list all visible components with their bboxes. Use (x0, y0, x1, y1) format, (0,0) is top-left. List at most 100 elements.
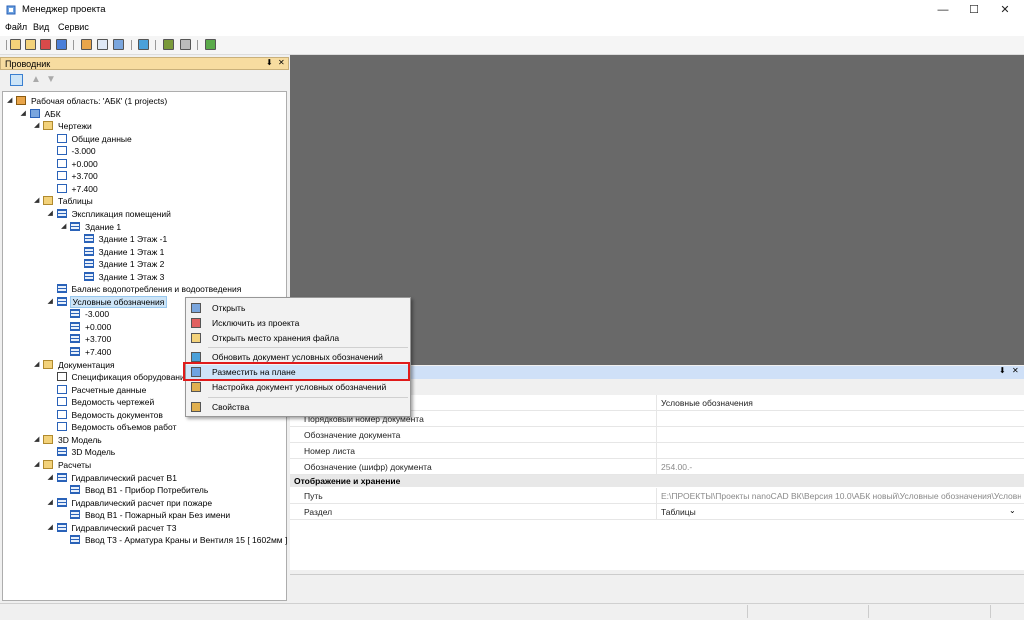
app-icon (6, 5, 16, 15)
chevron-down-icon[interactable]: ⌄ (1009, 506, 1016, 515)
context-menu-label: Обновить документ условных обозначений (212, 352, 383, 362)
pin-icon[interactable]: ⬇ (999, 366, 1006, 375)
tree-view-icon[interactable] (10, 74, 23, 86)
menu-file[interactable]: Файл (5, 22, 27, 32)
expand-arrow-icon[interactable]: ◢ (34, 196, 39, 204)
property-value[interactable]: 254.00.- (661, 462, 1021, 472)
property-name: Обозначение документа (304, 430, 401, 440)
expand-arrow-icon[interactable]: ◢ (61, 222, 66, 230)
move-down-icon[interactable]: ▼ (46, 74, 56, 85)
explorer-title: Проводник (5, 59, 51, 69)
menu-view[interactable]: Вид (33, 22, 49, 32)
users-icon[interactable] (163, 39, 174, 50)
exclude-icon (191, 318, 201, 328)
new-workspace-icon[interactable] (10, 39, 21, 50)
category-label: Отображение и хранение (294, 476, 401, 486)
close-workspace-icon[interactable] (40, 39, 51, 50)
print-icon[interactable] (113, 39, 124, 50)
tree-node-label: Баланс водопотребления и водоотведения (71, 284, 242, 295)
toolbar-separator (131, 40, 132, 50)
property-row[interactable]: Обозначение документа (290, 427, 1024, 443)
workspace-icon (16, 96, 26, 105)
expand-arrow-icon[interactable]: ◢ (21, 109, 26, 117)
property-value[interactable]: Таблицы (661, 507, 1021, 517)
highlight-frame (183, 362, 410, 381)
column-divider (656, 488, 657, 504)
sheet-icon (56, 146, 67, 156)
add-project-icon[interactable] (81, 39, 92, 50)
pin-icon[interactable]: ⬇ (266, 58, 273, 67)
property-name: Путь (304, 491, 323, 501)
table-icon (56, 497, 67, 507)
close-button[interactable]: ✕ (990, 0, 1020, 20)
tree-node-label: Ведомость документов (71, 409, 163, 420)
property-value[interactable]: Условные обозначения (661, 398, 1021, 408)
property-row[interactable]: Раздел Таблицы ⌄ (290, 504, 1024, 520)
explorer-header: Проводник ⬇ ✕ (0, 57, 289, 70)
context-menu-item[interactable]: Открыть место хранения файла (186, 331, 410, 346)
context-menu-label: Настройка документ условных обозначений (212, 382, 387, 392)
expand-arrow-icon[interactable]: ◢ (48, 209, 53, 217)
column-divider (656, 427, 657, 443)
column-divider (656, 459, 657, 475)
column-divider (656, 411, 657, 427)
status-divider (990, 605, 991, 618)
expand-arrow-icon[interactable]: ◢ (34, 435, 39, 443)
context-menu-item[interactable]: Настройка документ условных обозначений (186, 380, 410, 395)
context-menu-item[interactable]: Свойства (186, 400, 410, 415)
open-workspace-icon[interactable] (25, 39, 36, 50)
refresh-icon[interactable] (138, 39, 149, 50)
tree-node-label: Документация (58, 359, 115, 370)
menu-service[interactable]: Сервис (58, 22, 89, 32)
context-menu-label: Открыть (212, 303, 246, 313)
tree-node-label: Гидравлический расчет при пожаре (71, 497, 213, 508)
export-icon[interactable] (205, 39, 216, 50)
expand-arrow-icon[interactable]: ◢ (34, 460, 39, 468)
property-value[interactable]: E:\ПРОЕКТЫ\Проекты nanoCAD ВК\Версия 10.… (661, 491, 1021, 501)
status-divider (747, 605, 748, 618)
context-menu-item[interactable]: Исключить из проекта (186, 316, 410, 331)
tree-node-label: Спецификация оборудования (71, 372, 190, 383)
table-icon (83, 234, 94, 244)
folder-icon (43, 196, 53, 206)
property-category[interactable]: Отображение и хранение (290, 475, 1024, 487)
tree-node-label: -3.000 (71, 146, 96, 157)
expand-arrow-icon[interactable]: ◢ (48, 297, 53, 305)
sheet-icon (56, 422, 67, 432)
tools-icon[interactable] (180, 39, 191, 50)
tree-node-label: Ведомость чертежей (71, 397, 155, 408)
close-icon[interactable]: ✕ (278, 58, 285, 67)
table-icon (70, 309, 80, 319)
tree-node-label: +0.000 (71, 158, 98, 169)
expand-arrow-icon[interactable]: ◢ (48, 498, 53, 506)
tree-node-label: Здание 1 Этаж -1 (98, 234, 168, 245)
expand-arrow-icon[interactable]: ◢ (34, 360, 39, 368)
context-menu: Открыть Исключить из проекта Открыть место… (185, 297, 411, 417)
tree-node-label: Гидравлический расчет В1 (71, 472, 177, 483)
move-up-icon[interactable]: ▲ (31, 74, 41, 85)
close-icon[interactable]: ✕ (1012, 366, 1019, 375)
tree-node-label: Общие данные (71, 133, 132, 144)
expand-arrow-icon[interactable]: ◢ (34, 121, 39, 129)
tree-node-label: Таблицы (58, 196, 93, 207)
folder-icon (43, 459, 53, 469)
maximize-button[interactable]: ☐ (959, 0, 989, 20)
open-icon (191, 303, 201, 313)
folder-open-icon (191, 333, 201, 343)
expand-arrow-icon[interactable]: ◢ (48, 523, 53, 531)
save-icon[interactable] (56, 39, 67, 50)
table-icon (56, 447, 67, 457)
tree-node-label: Расчетные данные (71, 384, 147, 395)
properties-grid[interactable]: Условные обозначения Порядковый номер док… (290, 395, 1024, 570)
property-row[interactable]: Номер листа (290, 443, 1024, 459)
context-menu-item[interactable]: Открыть (186, 301, 410, 316)
spec-icon (56, 372, 67, 382)
expand-arrow-icon[interactable]: ◢ (48, 473, 53, 481)
property-row[interactable]: Обозначение (шифр) документа 254.00.- (290, 459, 1024, 475)
property-row[interactable]: Путь E:\ПРОЕКТЫ\Проекты nanoCAD ВК\Версия… (290, 488, 1024, 504)
add-document-icon[interactable] (97, 39, 108, 50)
table-icon (70, 321, 80, 331)
minimize-button[interactable]: — (928, 0, 958, 20)
table-icon (70, 334, 80, 344)
expand-arrow-icon[interactable]: ◢ (7, 96, 12, 104)
